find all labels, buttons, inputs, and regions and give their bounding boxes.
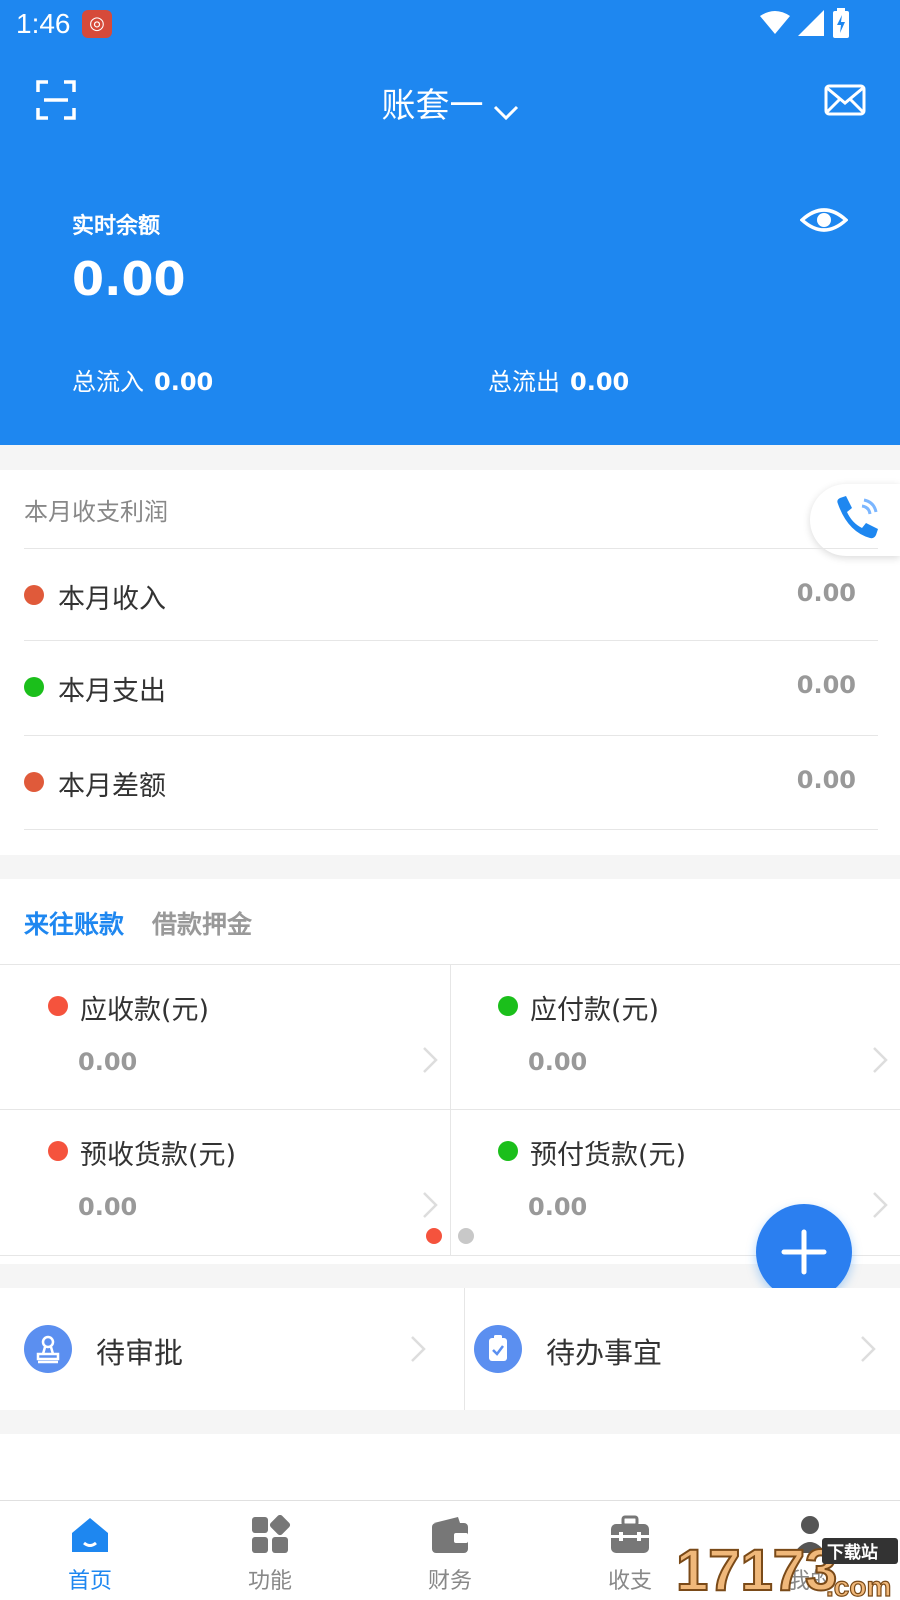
month-row-income: 本月收入 0.00 <box>24 548 878 642</box>
phone-support-button[interactable] <box>810 484 900 556</box>
nav-label: 首页 <box>67 1569 112 1594</box>
mail-icon[interactable] <box>824 82 866 120</box>
home-icon <box>72 1518 108 1552</box>
briefcase-icon <box>611 1515 649 1553</box>
outflow-value: 0.00 <box>570 368 630 396</box>
nav-label: 财务 <box>427 1569 472 1594</box>
month-row-expense: 本月支出 0.00 <box>24 640 878 734</box>
month-row-label: 本月差额 <box>58 771 166 802</box>
phone-icon <box>837 496 878 539</box>
signal-icon <box>798 10 824 36</box>
outflow-label: 总流出 <box>488 368 560 396</box>
page-dot <box>458 1228 474 1244</box>
watermark-digits: 17173 <box>676 1538 837 1600</box>
cell-label: 应收款(元) <box>80 995 210 1026</box>
grid-icon <box>252 1515 291 1553</box>
month-row-value: 0.00 <box>796 766 856 794</box>
chevron-right-icon <box>873 1192 888 1218</box>
cell-accounts-payable[interactable]: 应付款(元) 0.00 <box>450 964 900 1109</box>
task-label: 待办事宜 <box>546 1336 663 1370</box>
month-row-value: 0.00 <box>796 579 856 607</box>
divider <box>24 829 878 830</box>
difference-dot <box>24 772 44 792</box>
eye-icon[interactable] <box>800 200 848 240</box>
notification-app-icon: ◎ <box>82 10 112 38</box>
content-spacer <box>0 1434 900 1500</box>
cell-value: 0.00 <box>528 1193 588 1221</box>
cell-value: 0.00 <box>78 1193 138 1221</box>
watermark-logo: 17173 下载站 .com <box>676 1537 898 1600</box>
chevron-right-icon <box>423 1047 438 1073</box>
watermark-text: 下载站 <box>827 1542 878 1563</box>
total-outflow: 总流出 0.00 <box>488 362 629 397</box>
expense-dot <box>24 677 44 697</box>
tab-loans-deposits[interactable]: 借款押金 <box>152 905 252 941</box>
status-time: 1:46 <box>16 8 71 39</box>
cell-accounts-receivable[interactable]: 应收款(元) 0.00 <box>0 964 450 1109</box>
total-inflow: 总流入 0.00 <box>72 362 213 397</box>
nav-home[interactable]: 首页 <box>0 1501 180 1600</box>
cell-label: 应付款(元) <box>530 995 660 1026</box>
status-dot <box>498 996 518 1016</box>
wifi-icon <box>760 11 790 34</box>
todo-item[interactable]: 待办事宜 <box>450 1288 900 1410</box>
wallet-icon <box>432 1517 468 1553</box>
add-button[interactable] <box>756 1204 852 1300</box>
monthly-profit-title: 本月收支利润 <box>24 498 168 526</box>
nav-label: 功能 <box>247 1569 292 1594</box>
chevron-down-icon <box>493 105 518 120</box>
chevron-right-icon <box>861 1336 876 1362</box>
status-indicators <box>760 8 850 38</box>
chevron-right-icon <box>873 1047 888 1073</box>
account-set-selector[interactable]: 账套一 <box>0 78 900 127</box>
cell-value: 0.00 <box>78 1048 138 1076</box>
cell-advance-receipts[interactable]: 预收货款(元) 0.00 <box>0 1109 450 1254</box>
nav-finance[interactable]: 财务 <box>360 1501 540 1600</box>
clipboard-check-icon <box>474 1325 522 1373</box>
monthly-profit-card: 本月收支利润 本月收入 0.00 本月支出 0.00 本月差额 0.00 <box>0 470 900 855</box>
battery-charging-icon <box>833 8 849 38</box>
cell-label: 预付货款(元) <box>530 1140 687 1171</box>
page-indicator <box>426 1228 474 1244</box>
tasks-card: 待审批 待办事宜 <box>0 1288 900 1410</box>
month-row-value: 0.00 <box>796 671 856 699</box>
page-title: 账套一 <box>381 86 484 126</box>
pending-approval-item[interactable]: 待审批 <box>0 1288 450 1410</box>
balance-label: 实时余额 <box>72 214 161 239</box>
income-dot <box>24 585 44 605</box>
balance-value: 0.00 <box>72 252 186 306</box>
nav-functions[interactable]: 功能 <box>180 1501 360 1600</box>
header-panel: 1:46 ◎ 账套一 实时余额 0.00 总流入 0.00 总流出 0.00 <box>0 0 900 445</box>
chevron-right-icon <box>411 1336 426 1362</box>
month-row-difference: 本月差额 0.00 <box>24 735 878 829</box>
plus-icon <box>781 1229 827 1275</box>
tab-receivables[interactable]: 来往账款 <box>24 905 124 941</box>
inflow-value: 0.00 <box>154 368 214 396</box>
status-dot <box>48 996 68 1016</box>
status-dot <box>48 1141 68 1161</box>
status-bar: 1:46 ◎ <box>0 0 900 48</box>
cell-label: 预收货款(元) <box>80 1140 237 1171</box>
inflow-label: 总流入 <box>72 368 144 396</box>
chevron-right-icon <box>423 1192 438 1218</box>
cell-value: 0.00 <box>528 1048 588 1076</box>
month-row-label: 本月支出 <box>58 676 166 707</box>
stamp-icon <box>24 1325 72 1373</box>
watermark-domain: .com <box>826 1571 891 1600</box>
page-dot-active <box>426 1228 442 1244</box>
month-row-label: 本月收入 <box>58 584 166 615</box>
task-label: 待审批 <box>96 1336 184 1370</box>
status-dot <box>498 1141 518 1161</box>
